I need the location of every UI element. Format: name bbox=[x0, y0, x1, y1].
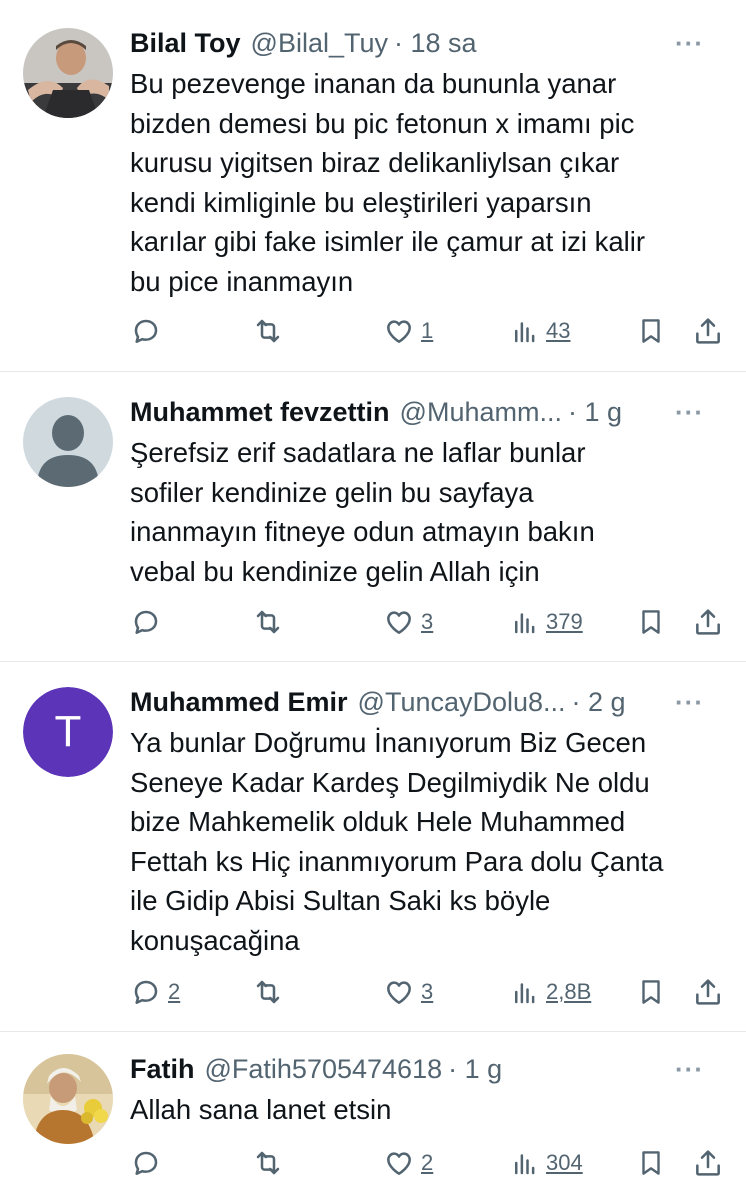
timestamp[interactable]: · 1 g bbox=[448, 1054, 502, 1085]
like-count: 3 bbox=[421, 979, 434, 1004]
tweet-header: Muhammed Emir @TuncayDolu8... · 2 g ··· bbox=[130, 682, 726, 722]
views-button[interactable]: 304 bbox=[510, 1143, 583, 1183]
reply-count: 2 bbox=[168, 979, 181, 1004]
bookmark-button[interactable] bbox=[636, 972, 666, 1012]
user-handle[interactable]: @Fatih5705474618 bbox=[205, 1054, 443, 1085]
default-avatar-icon bbox=[23, 397, 113, 487]
heart-icon bbox=[387, 981, 411, 1004]
retweet-button[interactable] bbox=[252, 1143, 290, 1183]
reply-icon bbox=[134, 980, 158, 1004]
tweet-header: Fatih @Fatih5705474618 · 1 g ··· bbox=[130, 1049, 726, 1089]
retweet-icon bbox=[256, 610, 280, 634]
retweet-icon bbox=[256, 1151, 280, 1175]
bookmark-button[interactable] bbox=[636, 1143, 666, 1183]
tweet[interactable]: Fatih @Fatih5705474618 · 1 g ··· Allah s… bbox=[0, 1032, 746, 1200]
bookmark-button[interactable] bbox=[636, 602, 666, 642]
retweet-icon bbox=[256, 980, 280, 1004]
share-icon bbox=[696, 1150, 720, 1176]
like-button[interactable]: 3 bbox=[383, 602, 433, 642]
view-count: 2,8B bbox=[546, 979, 592, 1004]
like-button[interactable]: 3 bbox=[383, 972, 433, 1012]
user-handle[interactable]: @TuncayDolu8... bbox=[358, 687, 566, 718]
share-button[interactable] bbox=[692, 602, 724, 642]
display-name[interactable]: Muhammet fevzettin bbox=[130, 397, 390, 428]
tweet-actions: 2 304 bbox=[130, 1143, 730, 1183]
reply-icon bbox=[134, 610, 158, 634]
timestamp[interactable]: · 2 g bbox=[572, 687, 626, 718]
avatar[interactable] bbox=[23, 1054, 113, 1144]
tweet-text: Allah sana lanet etsin bbox=[130, 1094, 392, 1125]
bookmark-icon bbox=[642, 610, 660, 634]
tweet-text: Şerefsiz erif sadatlara ne laflar bunlar… bbox=[130, 437, 595, 587]
user-photo-icon bbox=[23, 28, 113, 118]
bookmark-icon bbox=[642, 319, 660, 343]
view-count: 379 bbox=[546, 609, 583, 634]
views-button[interactable]: 379 bbox=[510, 602, 583, 642]
tweet-header: Bilal Toy @Bilal_Tuy · 18 sa ··· bbox=[130, 23, 726, 63]
views-icon bbox=[515, 613, 535, 634]
tweet-actions: 1 43 bbox=[130, 311, 730, 351]
avatar-initial: T bbox=[23, 687, 113, 777]
views-icon bbox=[515, 322, 535, 343]
like-count: 2 bbox=[421, 1150, 434, 1175]
share-icon bbox=[696, 979, 720, 1005]
reply-feed: Bilal Toy @Bilal_Tuy · 18 sa ··· Bu peze… bbox=[0, 0, 746, 1200]
view-count: 304 bbox=[546, 1150, 583, 1175]
display-name[interactable]: Bilal Toy bbox=[130, 28, 241, 59]
reply-icon bbox=[134, 319, 158, 343]
user-handle[interactable]: @Muhamm... bbox=[400, 397, 562, 428]
share-button[interactable] bbox=[692, 311, 724, 351]
tweet[interactable]: Bilal Toy @Bilal_Tuy · 18 sa ··· Bu peze… bbox=[0, 0, 746, 372]
tweet[interactable]: Muhammet fevzettin @Muhamm... · 1 g ··· … bbox=[0, 372, 746, 662]
timestamp[interactable]: · 18 sa bbox=[394, 28, 477, 59]
tweet-actions: 3 379 bbox=[130, 602, 730, 642]
bookmark-icon bbox=[642, 1151, 660, 1175]
share-icon bbox=[696, 318, 720, 344]
view-count: 43 bbox=[546, 318, 571, 343]
tweet-actions: 2 3 2,8B bbox=[130, 972, 730, 1012]
share-button[interactable] bbox=[692, 972, 724, 1012]
views-button[interactable]: 43 bbox=[510, 311, 570, 351]
tweet-text: Bu pezevenge inanan da bununla yanar biz… bbox=[130, 68, 645, 297]
retweet-icon bbox=[256, 319, 280, 343]
tweet-header: Muhammet fevzettin @Muhamm... · 1 g ··· bbox=[130, 392, 726, 432]
tweet[interactable]: T Muhammed Emir @TuncayDolu8... · 2 g ··… bbox=[0, 662, 746, 1032]
more-options-icon[interactable]: ··· bbox=[675, 23, 704, 63]
display-name[interactable]: Muhammed Emir bbox=[130, 687, 348, 718]
reply-button[interactable] bbox=[130, 1143, 168, 1183]
retweet-button[interactable] bbox=[252, 311, 290, 351]
avatar[interactable] bbox=[23, 397, 113, 487]
heart-icon bbox=[387, 611, 411, 634]
views-button[interactable]: 2,8B bbox=[510, 972, 591, 1012]
share-button[interactable] bbox=[692, 1143, 724, 1183]
views-icon bbox=[515, 983, 535, 1004]
retweet-button[interactable] bbox=[252, 602, 290, 642]
heart-icon bbox=[387, 1152, 411, 1175]
heart-icon bbox=[387, 320, 411, 343]
like-button[interactable]: 2 bbox=[383, 1143, 433, 1183]
display-name[interactable]: Fatih bbox=[130, 1054, 195, 1085]
avatar[interactable] bbox=[23, 28, 113, 118]
reply-button[interactable]: 2 bbox=[130, 972, 180, 1012]
bookmark-icon bbox=[642, 980, 660, 1004]
reply-button[interactable] bbox=[130, 311, 168, 351]
bookmark-button[interactable] bbox=[636, 311, 666, 351]
user-handle[interactable]: @Bilal_Tuy bbox=[251, 28, 388, 59]
more-options-icon[interactable]: ··· bbox=[675, 682, 704, 722]
share-icon bbox=[696, 609, 720, 635]
like-count: 3 bbox=[421, 609, 434, 634]
like-button[interactable]: 1 bbox=[383, 311, 433, 351]
tweet-text: Ya bunlar Doğrumu İnanıyorum Biz Gecen S… bbox=[130, 727, 664, 956]
reply-button[interactable] bbox=[130, 602, 168, 642]
user-photo-icon bbox=[23, 1054, 113, 1144]
views-icon bbox=[515, 1154, 535, 1175]
more-options-icon[interactable]: ··· bbox=[675, 392, 704, 432]
timestamp[interactable]: · 1 g bbox=[568, 397, 622, 428]
reply-icon bbox=[134, 1151, 158, 1175]
more-options-icon[interactable]: ··· bbox=[675, 1049, 704, 1089]
avatar[interactable]: T bbox=[23, 687, 113, 777]
retweet-button[interactable] bbox=[252, 972, 290, 1012]
like-count: 1 bbox=[421, 318, 434, 343]
